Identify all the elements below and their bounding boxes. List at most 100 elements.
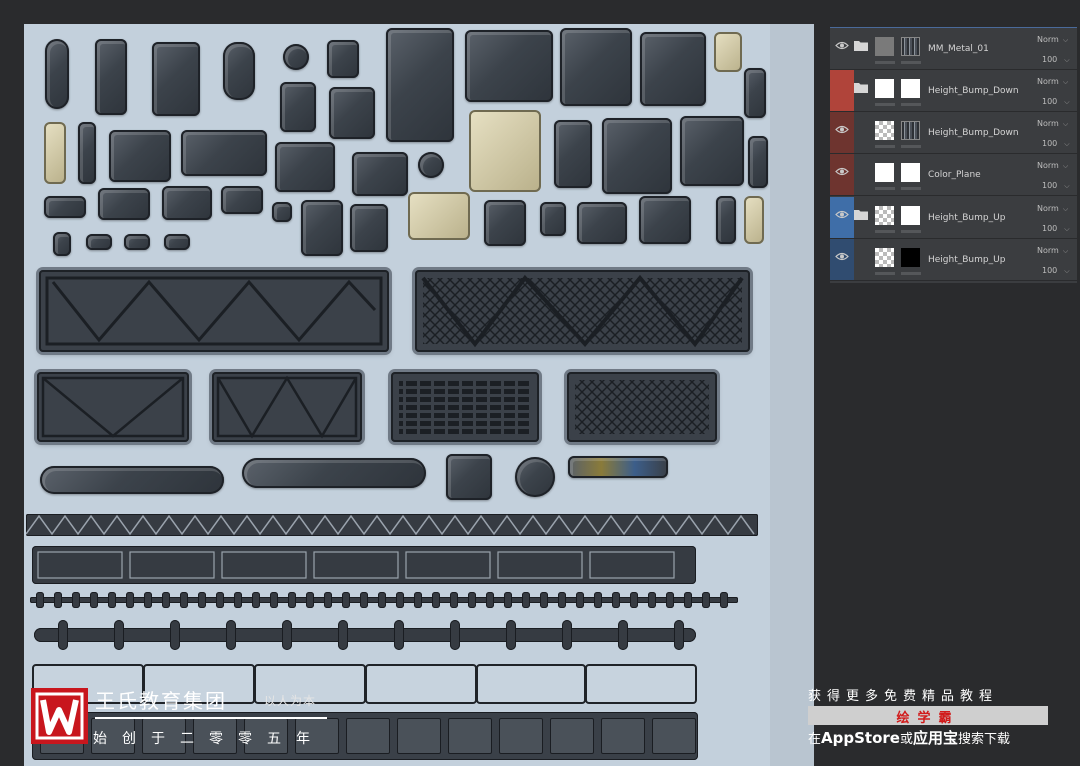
chain-link <box>562 620 572 650</box>
eye-icon <box>835 125 849 134</box>
chain-link <box>506 620 516 650</box>
texture-canvas[interactable] <box>24 24 814 766</box>
brand-divider <box>95 717 327 719</box>
layer-visibility-toggle[interactable] <box>830 112 854 153</box>
opacity-select[interactable]: 100 ⌵ <box>1042 224 1070 234</box>
layer-thumbnail <box>875 248 894 267</box>
chain-link <box>486 592 494 608</box>
texture-part <box>44 196 86 218</box>
canvas-margin <box>770 24 814 766</box>
folder-icon <box>854 83 868 93</box>
chain-link <box>342 592 350 608</box>
chain-link <box>522 592 530 608</box>
chain-link <box>90 592 98 608</box>
layer-row[interactable]: Height_Bump_Down Norm ⌵ 100 ⌵ <box>830 112 1077 154</box>
opacity-select[interactable]: 100 ⌵ <box>1042 139 1070 149</box>
blend-mode-value: Norm <box>1037 161 1059 170</box>
brand-subtitle: 始创于二零零五年 <box>93 731 325 747</box>
chevron-down-icon: ⌵ <box>1062 120 1069 128</box>
chain-link <box>54 592 62 608</box>
layer-name: Height_Bump_Down <box>928 86 1019 96</box>
layer-visibility-toggle[interactable] <box>830 197 854 238</box>
layer-visibility-toggle[interactable] <box>830 239 854 280</box>
chain-link <box>414 592 422 608</box>
layer-row[interactable]: Height_Bump_Down Norm ⌵ 100 ⌵ <box>830 70 1077 112</box>
layers-panel: MM_Metal_01 Norm ⌵ 100 ⌵ Height_Bump_Down Nor… <box>830 27 1077 283</box>
texture-part <box>275 142 335 192</box>
outline-box <box>365 664 477 704</box>
layer-row[interactable]: Height_Bump_Up Norm ⌵ 100 ⌵ <box>830 239 1077 281</box>
layer-name: Height_Bump_Down <box>928 128 1019 138</box>
texture-part <box>560 28 632 106</box>
layer-channel-indicator <box>875 187 925 190</box>
layer-thumbnail <box>875 121 894 140</box>
chain-link <box>252 592 260 608</box>
blend-mode-select[interactable]: Norm ⌵ <box>1037 119 1068 129</box>
texture-part <box>327 40 359 78</box>
plate-segment <box>550 718 594 754</box>
chain-link <box>576 592 584 608</box>
folder-icon <box>854 41 868 51</box>
layer-name: Color_Plane <box>928 170 981 180</box>
texture-part <box>554 120 592 188</box>
blend-mode-select[interactable]: Norm ⌵ <box>1037 77 1068 87</box>
texture-part <box>602 118 672 194</box>
blend-mode-select[interactable]: Norm ⌵ <box>1037 204 1068 214</box>
texture-part <box>329 87 375 139</box>
texture-part <box>386 28 454 142</box>
blend-mode-select[interactable]: Norm ⌵ <box>1037 35 1068 45</box>
texture-part <box>272 202 292 222</box>
blend-mode-select[interactable]: Norm ⌵ <box>1037 161 1068 171</box>
promo-store-appstore: AppStore <box>821 729 900 747</box>
plate-segment <box>601 718 645 754</box>
layer-thumbnail <box>875 163 894 182</box>
truss-panel <box>39 270 389 352</box>
texture-part <box>86 234 112 250</box>
outline-box <box>476 664 586 704</box>
chain-link <box>702 592 710 608</box>
opacity-value: 100 <box>1042 266 1058 275</box>
layer-row[interactable]: Color_Plane Norm ⌵ 100 ⌵ <box>830 154 1077 196</box>
opacity-select[interactable]: 100 ⌵ <box>1042 97 1070 107</box>
chain-link <box>666 592 674 608</box>
layer-mask-thumbnail <box>901 79 920 98</box>
opacity-select[interactable]: 100 ⌵ <box>1042 181 1070 191</box>
layer-mask-thumbnail <box>901 37 920 56</box>
promo-app-name: 绘学霸 <box>896 711 960 726</box>
texture-part <box>640 32 706 106</box>
brand-logo <box>31 688 88 744</box>
chain-link <box>126 592 134 608</box>
opacity-select[interactable]: 100 ⌵ <box>1042 266 1070 276</box>
texture-part <box>577 202 627 244</box>
brand-title: 王氏教育集团 <box>95 689 227 713</box>
chain-link <box>558 592 566 608</box>
chevron-down-icon: ⌵ <box>1064 225 1070 233</box>
promo-download-line: 在AppStore或应用宝搜索下载 <box>808 727 1010 748</box>
blend-mode-value: Norm <box>1037 35 1059 44</box>
plate-segment <box>499 718 543 754</box>
chain-link <box>36 592 44 608</box>
layer-mask-thumbnail <box>901 248 920 267</box>
layer-visibility-toggle[interactable] <box>830 70 854 111</box>
pipe-part <box>40 466 224 494</box>
chain-link <box>396 592 404 608</box>
chain-link <box>360 592 368 608</box>
texture-part <box>78 122 96 184</box>
blend-mode-value: Norm <box>1037 119 1059 128</box>
chain-link <box>306 592 314 608</box>
layer-visibility-toggle[interactable] <box>830 28 854 69</box>
layer-row[interactable]: Height_Bump_Up Norm ⌵ 100 ⌵ <box>830 197 1077 239</box>
chain-link <box>114 620 124 650</box>
opacity-select[interactable]: 100 ⌵ <box>1042 55 1070 65</box>
texture-part <box>748 136 768 188</box>
layer-row[interactable]: MM_Metal_01 Norm ⌵ 100 ⌵ <box>830 28 1077 70</box>
texture-part <box>350 204 388 252</box>
layer-visibility-toggle[interactable] <box>830 154 854 195</box>
plate-segment <box>652 718 696 754</box>
eye-icon <box>835 41 849 50</box>
truss-strip <box>26 514 758 536</box>
texture-part <box>716 196 736 244</box>
blend-mode-select[interactable]: Norm ⌵ <box>1037 246 1068 256</box>
texture-part <box>162 186 212 220</box>
chain-link <box>674 620 684 650</box>
